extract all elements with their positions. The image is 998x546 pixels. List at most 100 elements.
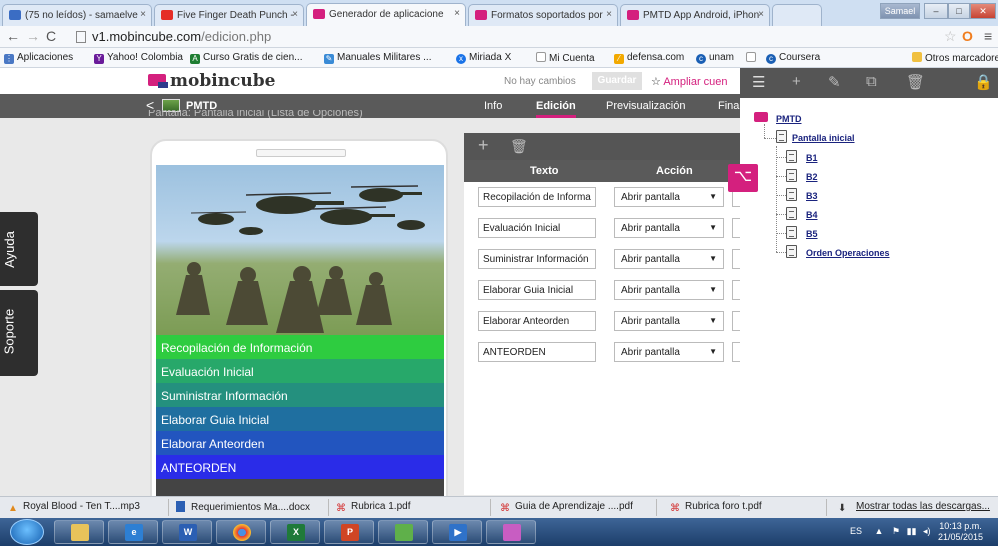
- tab-previsualizacion[interactable]: Previsualización: [606, 100, 685, 112]
- bookmark-page[interactable]: [746, 52, 759, 64]
- option-extra-field[interactable]: [732, 342, 740, 362]
- download-item[interactable]: ⌘ Guia de Aprendizaje ....pdf: [500, 501, 633, 514]
- option-action-select[interactable]: Abrir pantalla ▼: [614, 311, 724, 331]
- menu-button[interactable]: Elaborar Anteorden: [156, 431, 444, 455]
- powerpoint-taskbar-button[interactable]: P: [324, 520, 374, 544]
- tree-node[interactable]: B1: [806, 153, 818, 163]
- list-icon[interactable]: ☰: [752, 73, 765, 91]
- tree-view-icon[interactable]: ⌥: [728, 164, 758, 192]
- taskbar-clock[interactable]: 10:13 p.m. 21/05/2015: [938, 521, 983, 543]
- menu-button[interactable]: Recopilación de Información: [156, 335, 444, 359]
- menu-icon[interactable]: ≡: [984, 28, 992, 44]
- maximize-icon[interactable]: □: [948, 3, 970, 19]
- paint-taskbar-button[interactable]: [486, 520, 536, 544]
- upgrade-account-link[interactable]: ☆ Ampliar cuen: [651, 75, 728, 88]
- star-icon[interactable]: ☆: [944, 28, 957, 45]
- browser-tab[interactable]: PMTD App Android, iPhon ×: [620, 4, 770, 26]
- save-button[interactable]: Guardar: [592, 72, 642, 90]
- menu-button[interactable]: ANTEORDEN: [156, 455, 444, 479]
- profile-button[interactable]: Samael: [880, 3, 920, 19]
- url-field[interactable]: v1.mobincube.com/edicion.php: [76, 28, 966, 46]
- option-action-select[interactable]: Abrir pantalla ▼: [614, 249, 724, 269]
- support-tab[interactable]: Soporte: [0, 290, 38, 376]
- browser-tab-active[interactable]: Generador de aplicacione ×: [306, 3, 466, 26]
- trash-icon[interactable]: 🗑: [906, 73, 925, 91]
- tree-root[interactable]: PMTD: [776, 114, 802, 124]
- ie-taskbar-button[interactable]: e: [108, 520, 158, 544]
- tree-node[interactable]: B2: [806, 172, 818, 182]
- forward-arrow-icon[interactable]: →: [26, 28, 40, 44]
- bookmark-mi-cuenta[interactable]: Mi Cuenta: [536, 52, 595, 64]
- close-icon[interactable]: ×: [454, 8, 460, 19]
- tab-info[interactable]: Info: [484, 100, 502, 112]
- tree-screen[interactable]: Pantalla inicial: [792, 133, 855, 143]
- option-extra-field[interactable]: [732, 218, 740, 238]
- tree-node[interactable]: Orden Operaciones: [806, 248, 890, 258]
- bookmark-apps[interactable]: ⋮ Aplicaciones: [4, 52, 73, 64]
- volume-icon[interactable]: ◂): [923, 526, 931, 536]
- option-text-field[interactable]: Elaborar Guia Inicial: [478, 280, 596, 300]
- download-item[interactable]: ⌘ Rubrica foro t.pdf: [670, 501, 762, 514]
- bookmark-curso[interactable]: A Curso Gratis de cien...: [190, 52, 302, 64]
- download-item[interactable]: ▲ Royal Blood - Ten T....mp3: [8, 501, 140, 514]
- option-action-select[interactable]: Abrir pantalla ▼: [614, 218, 724, 238]
- close-icon[interactable]: ×: [292, 9, 298, 20]
- bookmark-manuales[interactable]: ✎ Manuales Militares ...: [324, 52, 431, 64]
- duplicate-icon[interactable]: ⧉: [866, 73, 877, 90]
- option-action-select[interactable]: Abrir pantalla ▼: [614, 342, 724, 362]
- add-icon[interactable]: +: [478, 135, 489, 156]
- tree-node[interactable]: B3: [806, 191, 818, 201]
- option-action-select[interactable]: Abrir pantalla ▼: [614, 187, 724, 207]
- close-icon[interactable]: ×: [140, 9, 146, 20]
- language-indicator[interactable]: ES: [850, 526, 862, 536]
- option-extra-field[interactable]: [732, 311, 740, 331]
- menu-button[interactable]: Elaborar Guia Inicial: [156, 407, 444, 431]
- menu-button[interactable]: Suministrar Información: [156, 383, 444, 407]
- add-icon[interactable]: +: [792, 73, 801, 90]
- bookmark-coursera[interactable]: c Coursera: [766, 52, 820, 64]
- minimize-icon[interactable]: –: [924, 3, 948, 19]
- option-extra-field[interactable]: [732, 280, 740, 300]
- back-arrow-icon[interactable]: ←: [6, 28, 20, 44]
- option-text-field[interactable]: Elaborar Anteorden: [478, 311, 596, 331]
- tab-finalizar[interactable]: Fina: [718, 100, 739, 112]
- close-icon[interactable]: ×: [758, 9, 764, 20]
- show-all-downloads-link[interactable]: ⬇ Mostrar todas las descargas...: [838, 501, 990, 514]
- close-icon[interactable]: ×: [606, 9, 612, 20]
- option-text-field[interactable]: ANTEORDEN: [478, 342, 596, 362]
- extension-icon[interactable]: O: [962, 28, 973, 44]
- option-text-field[interactable]: Evaluación Inicial: [478, 218, 596, 238]
- tree-node[interactable]: B5: [806, 229, 818, 239]
- browser-tab[interactable]: Five Finger Death Punch - ×: [154, 4, 304, 26]
- other-bookmarks[interactable]: Otros marcadores: [912, 52, 998, 64]
- excel-taskbar-button[interactable]: X: [270, 520, 320, 544]
- reload-icon[interactable]: C: [46, 28, 56, 44]
- option-text-field[interactable]: Suministrar Información: [478, 249, 596, 269]
- option-text-field[interactable]: Recopilación de Informa: [478, 187, 596, 207]
- word-taskbar-button[interactable]: W: [162, 520, 212, 544]
- new-tab-button[interactable]: [772, 4, 822, 26]
- header-image[interactable]: [156, 165, 444, 335]
- chrome-taskbar-button[interactable]: [216, 520, 266, 544]
- tab-edicion[interactable]: Edición: [536, 100, 576, 118]
- browser-tab[interactable]: (75 no leídos) - samaelve ×: [2, 4, 152, 26]
- explorer-taskbar-button[interactable]: [54, 520, 104, 544]
- close-window-icon[interactable]: ✕: [970, 3, 996, 19]
- edit-icon[interactable]: ✎: [828, 73, 841, 91]
- tree-node[interactable]: B4: [806, 210, 818, 220]
- bookmark-miriada[interactable]: x Miriada X: [456, 52, 511, 64]
- bookmark-defensa[interactable]: ⁄ defensa.com: [614, 52, 684, 64]
- mobincube-logo[interactable]: mobincube: [148, 71, 275, 91]
- show-hidden-icons-icon[interactable]: ▲: [875, 526, 884, 536]
- download-item[interactable]: Requerimientos Ma....docx: [176, 501, 310, 513]
- network-icon[interactable]: ▮▮: [907, 526, 917, 536]
- bookmark-unam[interactable]: c unam: [696, 52, 734, 64]
- bookmark-yahoo[interactable]: Y Yahoo! Colombia: [94, 52, 183, 64]
- trash-icon[interactable]: 🗑: [510, 138, 528, 155]
- option-action-select[interactable]: Abrir pantalla ▼: [614, 280, 724, 300]
- option-extra-field[interactable]: [732, 249, 740, 269]
- start-button-icon[interactable]: [10, 519, 44, 545]
- menu-button[interactable]: Evaluación Inicial: [156, 359, 444, 383]
- flag-icon[interactable]: ⚑: [892, 526, 900, 536]
- media-taskbar-button[interactable]: ▶: [432, 520, 482, 544]
